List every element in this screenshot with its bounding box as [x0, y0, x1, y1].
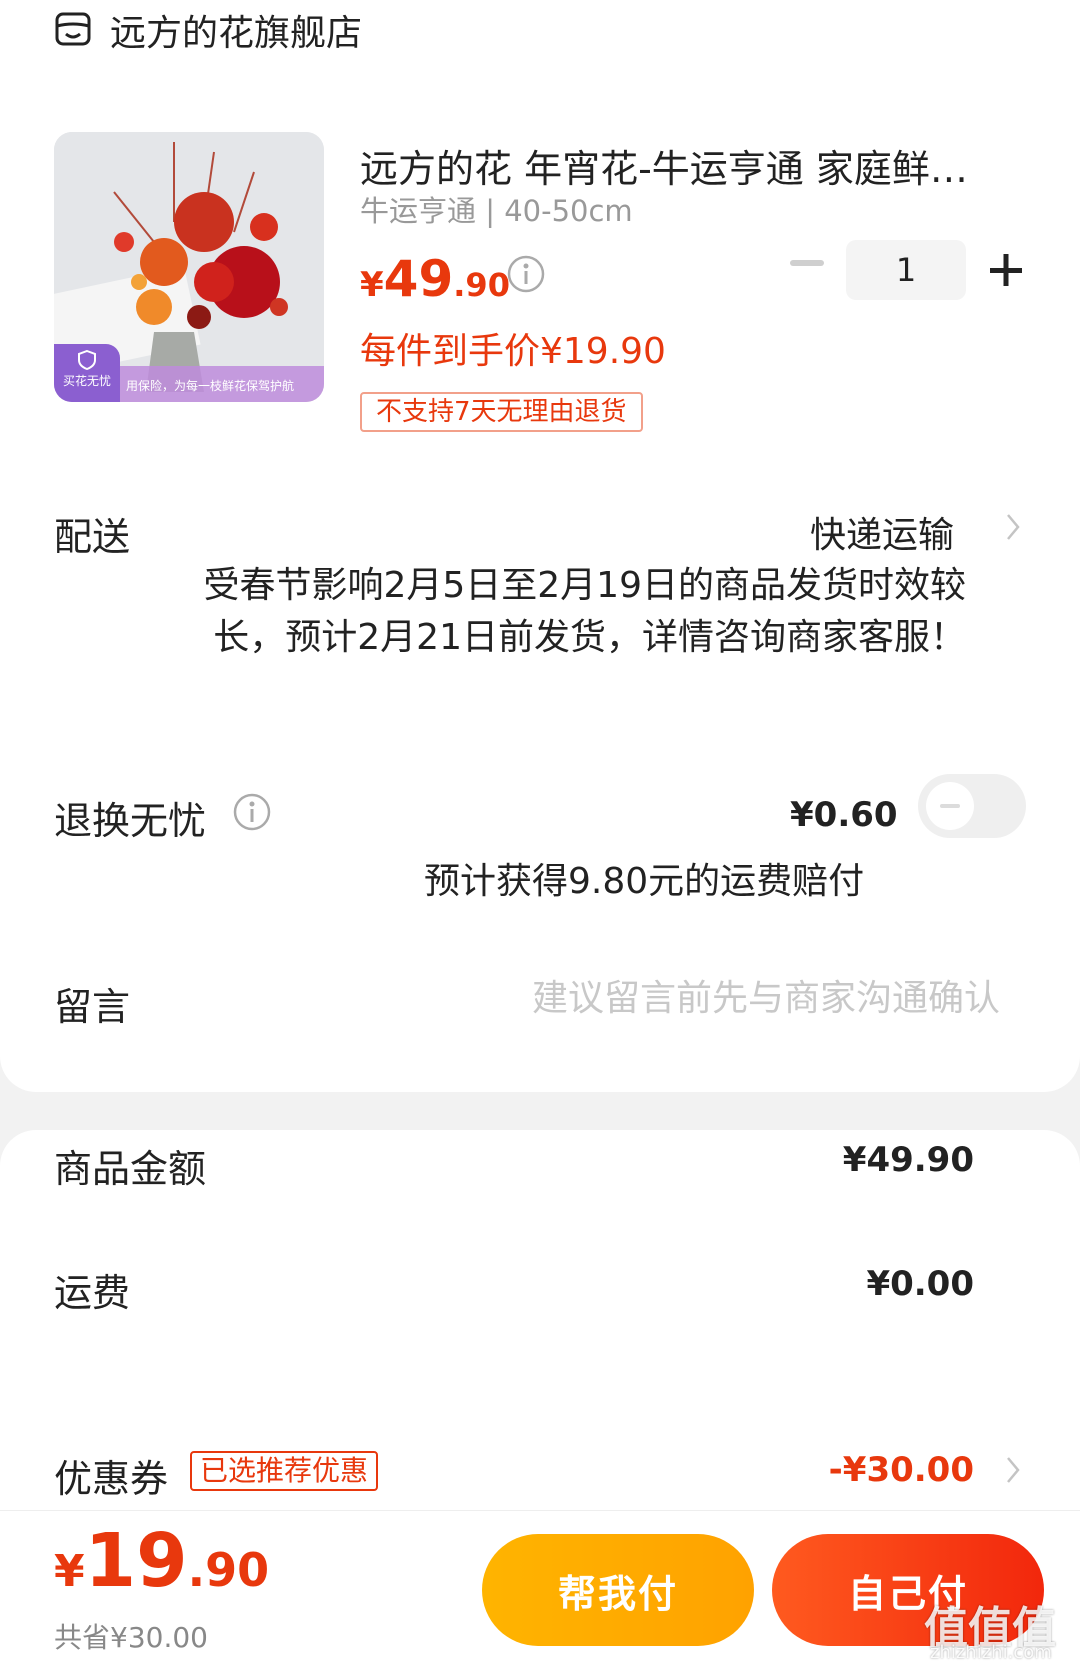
- store-name[interactable]: 远方的花旗舰店: [110, 4, 362, 56]
- shield-icon: [78, 350, 96, 370]
- goods-amount-value: ¥49.90: [842, 1140, 974, 1180]
- toggle-knob: [926, 782, 974, 830]
- shipping-value: ¥0.00: [866, 1264, 974, 1304]
- coupon-label: 优惠券: [54, 1457, 169, 1501]
- message-input[interactable]: [440, 970, 1000, 1026]
- product-thumbnail[interactable]: 买花无忧 用保险，为每一枝鲜花保驾护航: [54, 132, 324, 402]
- return-service-label: 退换无忧: [54, 799, 207, 843]
- product-price: ¥49.90: [360, 250, 510, 308]
- watermark-url: zhizhizhi.com: [930, 1642, 1052, 1663]
- insurance-badge-label: 买花无忧: [62, 374, 111, 388]
- per-item-price: 每件到手价¥19.90: [360, 331, 666, 372]
- no-return-tag: 不支持7天无理由退货: [360, 392, 643, 432]
- total-integer: 19: [84, 1518, 188, 1604]
- delivery-method[interactable]: 快递运输: [810, 506, 954, 558]
- chevron-right-icon[interactable]: [1004, 512, 1022, 542]
- coupon-value[interactable]: -¥30.00: [829, 1450, 974, 1490]
- help-pay-button[interactable]: 帮我付: [482, 1534, 754, 1646]
- chevron-right-icon[interactable]: [1004, 1455, 1022, 1485]
- info-icon[interactable]: [506, 254, 546, 294]
- delivery-label: 配送: [54, 515, 131, 559]
- quantity-field[interactable]: 1: [846, 240, 966, 300]
- total-currency: ¥: [54, 1546, 85, 1597]
- coupon-tag: 已选推荐优惠: [190, 1451, 379, 1491]
- quantity-increase-button[interactable]: [988, 252, 1024, 288]
- store-icon: [55, 12, 91, 46]
- return-service-note: 预计获得9.80元的运费赔付: [424, 861, 865, 902]
- price-decimal: .90: [453, 266, 510, 304]
- total-decimal: .90: [187, 1543, 270, 1597]
- insurance-badge: 买花无忧: [54, 344, 120, 402]
- price-integer: 49: [383, 250, 454, 308]
- quantity-decrease-button[interactable]: [790, 260, 824, 266]
- goods-amount-label: 商品金额: [54, 1147, 207, 1191]
- return-service-price: ¥0.60: [790, 795, 898, 835]
- delivery-notice: 受春节影响2月5日至2月19日的商品发货时效较长，预计2月21日前发货，详情咨询…: [203, 565, 966, 658]
- shipping-label: 运费: [54, 1271, 131, 1315]
- saved-amount: 共省¥30.00: [54, 1621, 208, 1654]
- product-title[interactable]: 远方的花 年宵花-牛运亨通 家庭鲜花...: [360, 138, 1000, 193]
- info-icon[interactable]: [232, 792, 272, 832]
- insurance-banner-text: 用保险，为每一枝鲜花保驾护航: [126, 379, 295, 393]
- return-service-toggle[interactable]: [918, 774, 1026, 838]
- product-spec: 牛运亨通 | 40-50cm: [360, 194, 633, 228]
- message-label: 留言: [54, 985, 131, 1029]
- price-currency: ¥: [360, 265, 384, 305]
- total-price: ¥19.90: [54, 1518, 269, 1604]
